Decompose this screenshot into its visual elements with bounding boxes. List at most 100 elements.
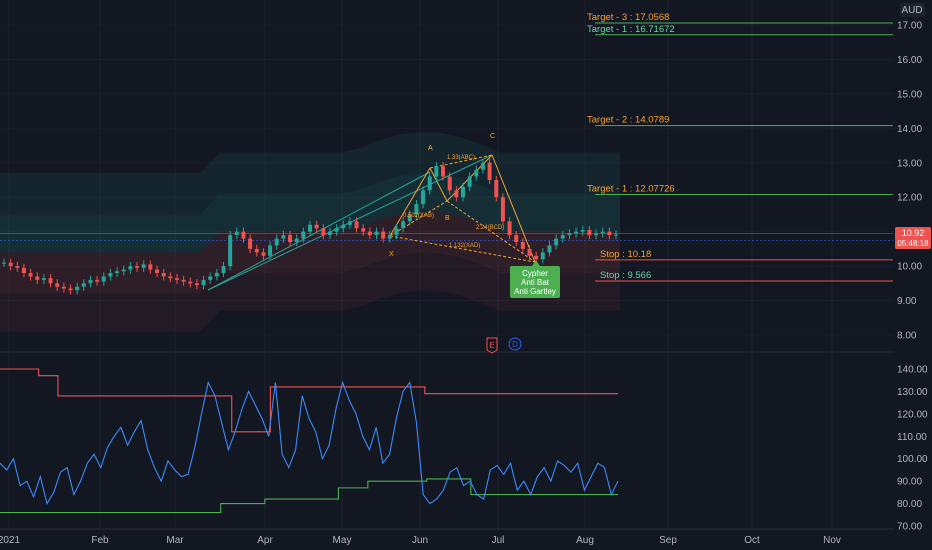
candle-body[interactable] [55, 283, 60, 287]
candle-body[interactable] [514, 235, 519, 242]
candle-body[interactable] [48, 278, 53, 284]
osc-tick-label: 80.00 [897, 499, 922, 510]
candle-body[interactable] [374, 231, 379, 236]
level-label: Target - 1 : 12.07726 [587, 184, 675, 195]
candle-body[interactable] [421, 190, 426, 205]
candle-body[interactable] [261, 252, 266, 256]
candle-body[interactable] [248, 238, 253, 249]
candle-body[interactable] [434, 166, 439, 177]
time-tick-label: Mar [166, 535, 184, 546]
candle-body[interactable] [554, 238, 559, 246]
candle-body[interactable] [461, 186, 465, 198]
candle-body[interactable] [101, 276, 106, 282]
candle-body[interactable] [334, 228, 339, 232]
candle-body[interactable] [148, 264, 153, 270]
candle-body[interactable] [268, 245, 273, 256]
candle-body[interactable] [28, 273, 33, 277]
candle-body[interactable] [394, 228, 399, 236]
candle-body[interactable] [560, 235, 565, 239]
candle-body[interactable] [241, 231, 246, 239]
candle-body[interactable] [587, 229, 592, 236]
candle-body[interactable] [281, 235, 286, 239]
candle-body[interactable] [188, 281, 193, 284]
candle-body[interactable] [487, 162, 492, 180]
candle-body[interactable] [128, 266, 133, 270]
candle-body[interactable] [174, 278, 179, 280]
candle-body[interactable] [135, 266, 140, 268]
candle-body[interactable] [141, 264, 146, 268]
price-chart[interactable]: Target - 3 : 17.0568Target - 1 : 16.7167… [0, 0, 932, 550]
candle-body[interactable] [354, 221, 359, 229]
level-label: Target - 1 : 16.71672 [587, 24, 675, 35]
candle-body[interactable] [341, 224, 346, 229]
candle-body[interactable] [221, 266, 226, 273]
candle-body[interactable] [347, 221, 352, 225]
candle-body[interactable] [381, 231, 386, 239]
candle-body[interactable] [534, 255, 539, 260]
candle-body[interactable] [161, 273, 166, 277]
earnings-icon: E [489, 341, 494, 350]
candle-body[interactable] [540, 252, 545, 260]
candle-body[interactable] [181, 279, 186, 282]
candle-body[interactable] [474, 169, 479, 177]
candle-body[interactable] [327, 231, 332, 236]
candle-body[interactable] [108, 273, 113, 277]
candle-body[interactable] [321, 228, 326, 236]
level-label: Stop : 10.18 [600, 249, 651, 260]
candle-body[interactable] [115, 271, 120, 273]
candle-body[interactable] [574, 231, 579, 234]
candle-body[interactable] [208, 276, 213, 280]
candle-body[interactable] [367, 231, 372, 236]
osc-tick-label: 110.00 [897, 432, 927, 443]
candle-body[interactable] [427, 176, 432, 191]
candle-body[interactable] [155, 269, 159, 273]
candle-body[interactable] [600, 231, 605, 234]
candle-body[interactable] [294, 238, 299, 242]
candle-body[interactable] [301, 231, 306, 239]
candle-body[interactable] [214, 273, 219, 277]
candle-body[interactable] [441, 166, 446, 177]
candle-body[interactable] [201, 279, 206, 286]
candle-body[interactable] [35, 276, 40, 280]
candle-body[interactable] [480, 162, 485, 170]
candle-body[interactable] [594, 233, 599, 236]
candle-body[interactable] [314, 224, 319, 229]
candle-body[interactable] [21, 267, 26, 273]
candle-body[interactable] [228, 235, 233, 267]
candle-body[interactable] [607, 231, 612, 236]
candle-body[interactable] [234, 231, 239, 236]
candle-body[interactable] [401, 221, 406, 229]
candle-body[interactable] [68, 288, 73, 291]
candle-body[interactable] [454, 190, 459, 198]
candle-body[interactable] [254, 248, 259, 253]
candle-body[interactable] [81, 283, 86, 287]
candle-body[interactable] [467, 176, 472, 187]
candle-body[interactable] [274, 238, 279, 246]
candle-body[interactable] [168, 276, 173, 279]
candle-body[interactable] [95, 279, 100, 282]
candle-body[interactable] [507, 221, 512, 236]
candle-body[interactable] [121, 269, 126, 272]
candle-body[interactable] [88, 279, 93, 284]
candle-body[interactable] [41, 278, 46, 280]
candle-body[interactable] [194, 283, 199, 286]
candle-body[interactable] [387, 235, 392, 239]
candle-body[interactable] [494, 180, 499, 198]
candle-body[interactable] [361, 228, 366, 232]
candle-body[interactable] [500, 197, 505, 222]
candle-body[interactable] [447, 176, 452, 191]
candle-body[interactable] [580, 229, 585, 232]
candle-body[interactable] [75, 286, 80, 291]
price-axis[interactable] [893, 0, 932, 550]
candle-body[interactable] [15, 266, 20, 268]
candle-body[interactable] [567, 233, 572, 236]
candle-body[interactable] [614, 234, 618, 236]
candle-body[interactable] [527, 248, 532, 256]
candle-body[interactable] [2, 262, 6, 264]
candle-body[interactable] [8, 262, 13, 267]
candle-body[interactable] [61, 286, 66, 289]
candle-body[interactable] [308, 224, 312, 232]
candle-body[interactable] [520, 242, 525, 249]
candle-body[interactable] [288, 235, 293, 242]
candle-body[interactable] [547, 245, 552, 253]
